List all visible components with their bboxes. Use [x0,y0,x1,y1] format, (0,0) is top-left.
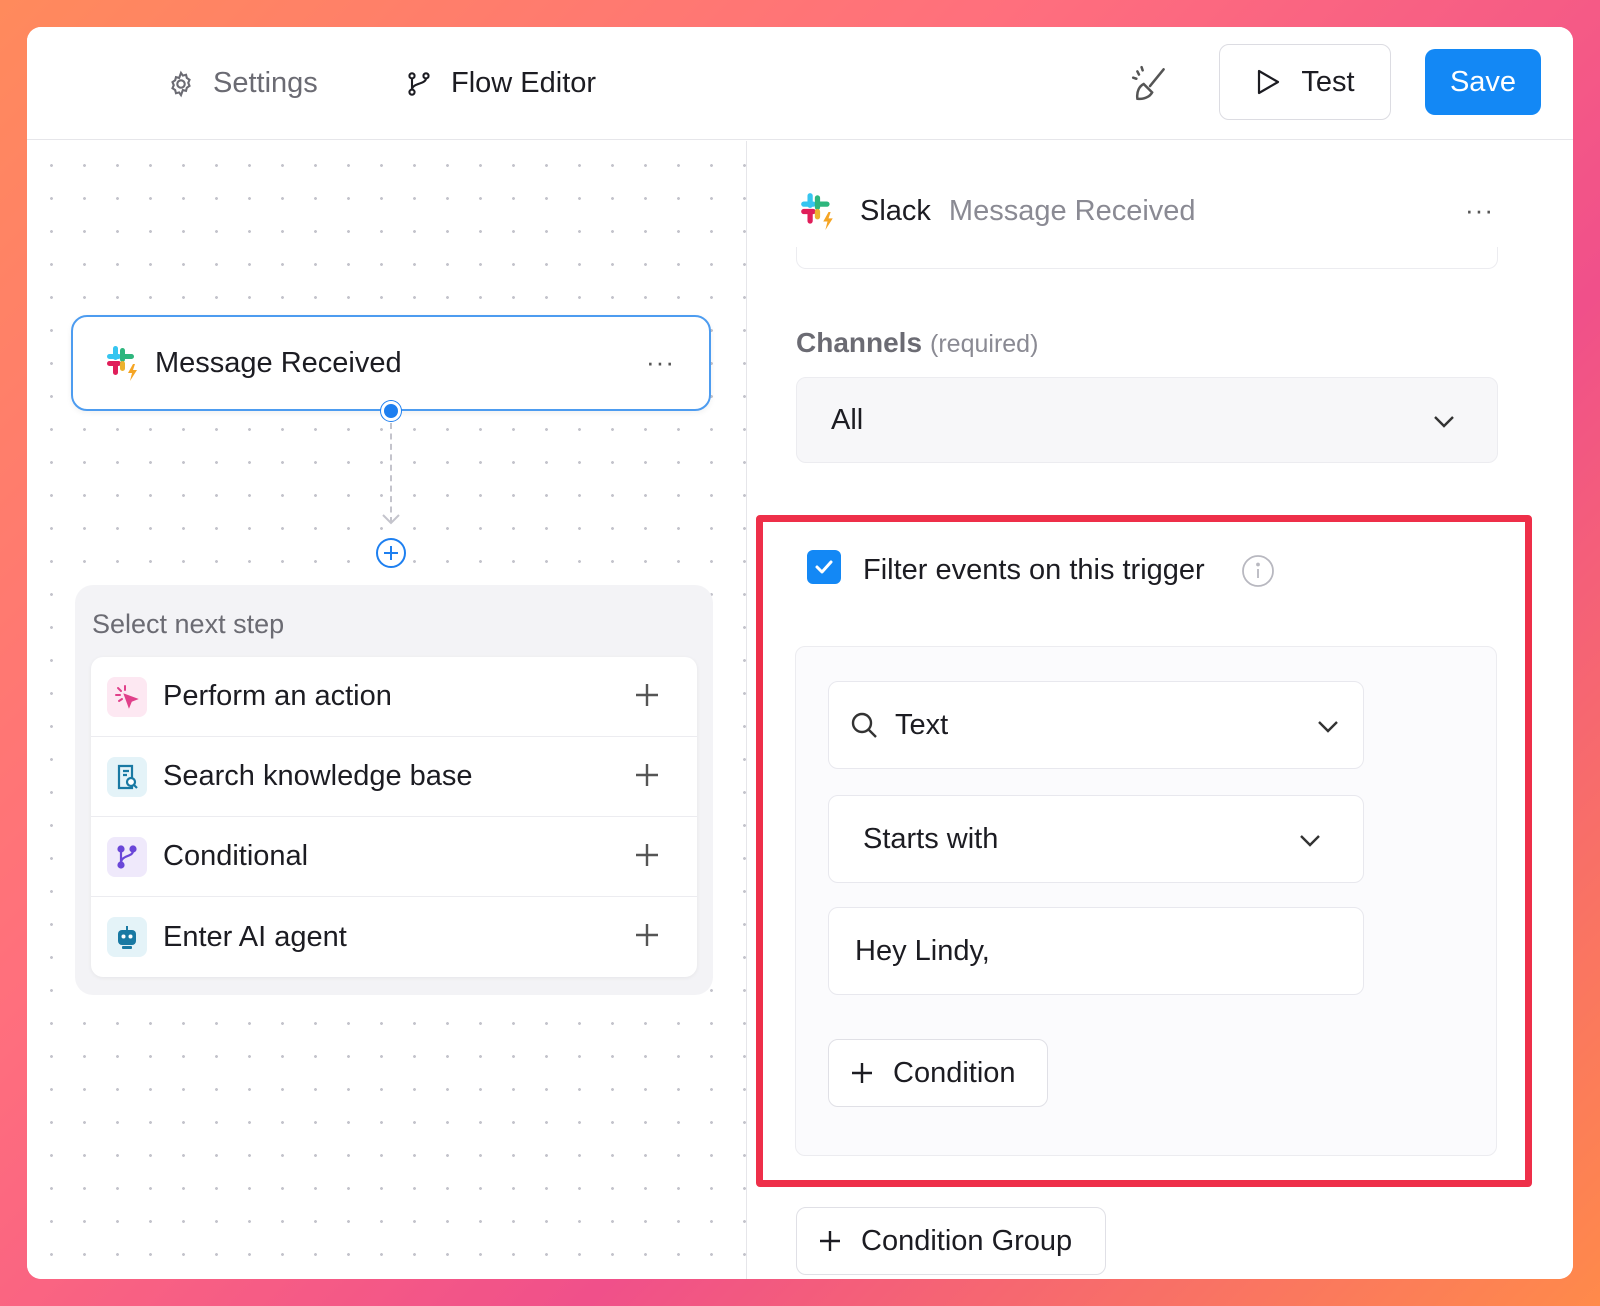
filter-title: Filter events on this trigger [863,554,1205,586]
add-condition-label: Condition [893,1056,1016,1089]
plus-icon[interactable] [633,841,661,869]
tab-flow-editor[interactable]: Flow Editor [405,27,596,140]
list-item-search-knowledge-base[interactable]: Search knowledge base [91,737,697,817]
slack-icon [107,346,137,381]
add-condition-group-button[interactable]: Condition Group [796,1207,1106,1275]
app-window: Settings Flow Editor Test Save Message R… [27,27,1573,1279]
magic-broom-icon[interactable] [1129,63,1171,105]
branch-icon [107,836,147,877]
flow-canvas[interactable]: Message Received ··· Select next step Pe… [27,141,747,1279]
list-item-label: Enter AI agent [163,920,347,953]
trigger-header-card [796,247,1498,269]
slack-icon [801,193,833,230]
list-item-conditional[interactable]: Conditional [91,817,697,897]
list-item-label: Search knowledge base [163,760,473,792]
operator-select-value: Starts with [863,822,999,855]
git-branch-icon [408,71,430,96]
more-icon[interactable]: ··· [646,347,675,378]
plus-icon[interactable] [633,761,661,789]
trigger-app-name: Slack [860,194,931,227]
tab-settings[interactable]: Settings [167,27,318,140]
tab-flow-editor-label: Flow Editor [451,67,597,99]
field-select[interactable]: Text [828,681,1364,769]
test-button-label: Test [1301,65,1355,98]
check-icon [815,560,833,574]
required-hint: (required) [930,330,1039,358]
knowledge-base-icon [107,756,147,797]
add-condition-group-label: Condition Group [861,1224,1073,1257]
next-step-label: Select next step [92,609,285,639]
filter-highlight: Filter events on this trigger Text Start… [756,515,1532,1187]
next-step-panel: Select next step Perform an action Searc… [75,585,713,995]
info-icon[interactable] [1241,554,1275,588]
value-input-text: Hey Lindy, [855,934,990,967]
tab-settings-label: Settings [213,67,318,99]
list-item-label: Conditional [163,840,309,872]
play-icon [1258,69,1280,95]
trigger-header: Slack Message Received [796,191,1196,231]
next-step-list: Perform an action Search knowledge base [91,657,697,977]
list-item-enter-ai-agent[interactable]: Enter AI agent [91,897,697,977]
list-item-label: Perform an action [163,680,392,712]
cursor-click-icon [107,676,147,717]
plus-icon[interactable] [633,681,661,709]
robot-icon [107,917,147,957]
test-button[interactable]: Test [1219,44,1391,120]
trigger-node-title: Message Received [155,346,402,379]
chevron-down-icon [1434,416,1454,428]
gear-icon [171,70,191,97]
search-icon [851,712,877,738]
chevron-down-icon [1300,835,1320,847]
save-button[interactable]: Save [1425,49,1541,115]
add-condition-button[interactable]: Condition [828,1039,1048,1107]
operator-select[interactable]: Starts with [828,795,1364,883]
plus-icon [852,1063,872,1083]
config-panel: Slack Message Received ··· Channels (requ… [748,141,1573,1279]
arrow-down-icon [382,514,400,525]
channels-select-value: All [831,403,864,436]
plus-icon [820,1231,840,1251]
trigger-event-name: Message Received [948,194,1196,227]
more-icon[interactable]: ··· [1465,195,1494,226]
channels-select[interactable]: All [796,377,1498,463]
filter-checkbox[interactable] [807,550,841,584]
list-item-perform-action[interactable]: Perform an action [91,657,697,737]
channels-label-text: Channels [796,327,923,358]
connector-handle[interactable] [381,401,401,421]
field-select-value: Text [895,708,949,741]
value-input[interactable]: Hey Lindy, [828,907,1364,995]
trigger-node[interactable]: Message Received ··· [71,315,711,411]
condition-group: Text Starts with Hey Lindy, Condition [795,646,1497,1156]
plus-icon[interactable] [633,921,661,949]
connector-line [390,423,392,523]
add-step-icon[interactable] [375,537,407,569]
top-bar: Settings Flow Editor Test Save [27,27,1573,140]
channels-label: Channels (required) [796,327,1038,359]
chevron-down-icon [1318,721,1338,733]
